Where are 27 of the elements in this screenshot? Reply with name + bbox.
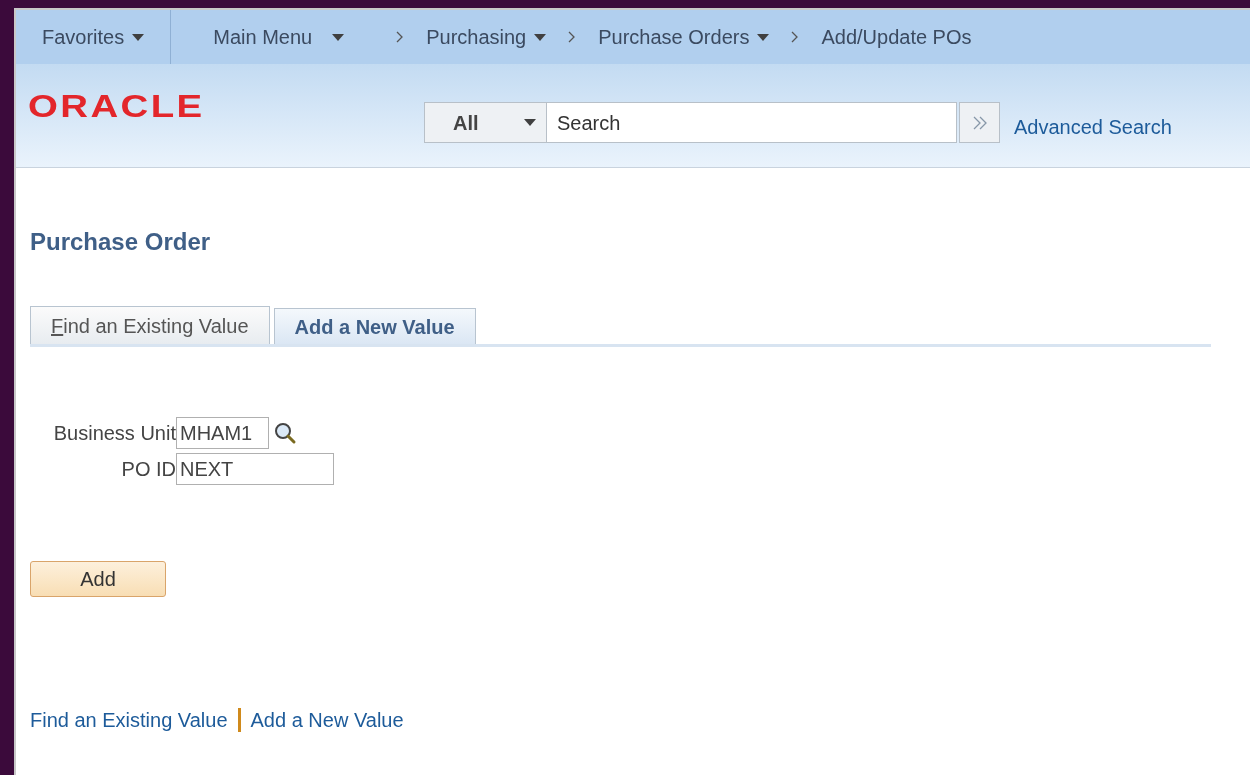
breadcrumb-menu[interactable]: Purchase Orders <box>598 22 770 52</box>
input-field[interactable]: MHAM1 <box>176 417 269 449</box>
double-chevron-icon <box>971 115 988 130</box>
chevron-icon <box>568 31 577 43</box>
field-label: Business Unit <box>52 421 176 446</box>
breadcrumb-menu[interactable]: Purchasing <box>426 22 547 52</box>
logo: ORACLE <box>28 90 205 122</box>
footer-link[interactable]: Add a New Value <box>250 705 404 735</box>
chevron-icon <box>791 31 800 43</box>
caret-icon <box>524 119 536 126</box>
breadcrumb-link[interactable]: Add/Update POs <box>821 22 972 52</box>
tab[interactable]: Find an Existing Value <box>30 306 270 344</box>
page-title: Purchase Order <box>30 227 212 257</box>
scope-dropdown[interactable]: All <box>424 102 547 143</box>
add-button[interactable]: Add <box>30 561 166 597</box>
field-label: PO ID <box>120 457 176 482</box>
caret-icon <box>132 33 145 41</box>
advanced-search-link[interactable]: Advanced Search <box>1014 112 1172 142</box>
breadcrumb-menu[interactable]: Main Menu <box>213 22 345 52</box>
caret-icon <box>332 33 345 41</box>
chevron-icon <box>396 31 405 43</box>
tab[interactable]: Add a New Value <box>273 308 476 344</box>
caret-icon <box>534 33 547 41</box>
input-field[interactable]: NEXT <box>176 453 334 485</box>
caret-icon <box>757 33 770 41</box>
search-field[interactable]: Search <box>547 102 957 143</box>
footer-link[interactable]: Find an Existing Value <box>30 705 228 735</box>
